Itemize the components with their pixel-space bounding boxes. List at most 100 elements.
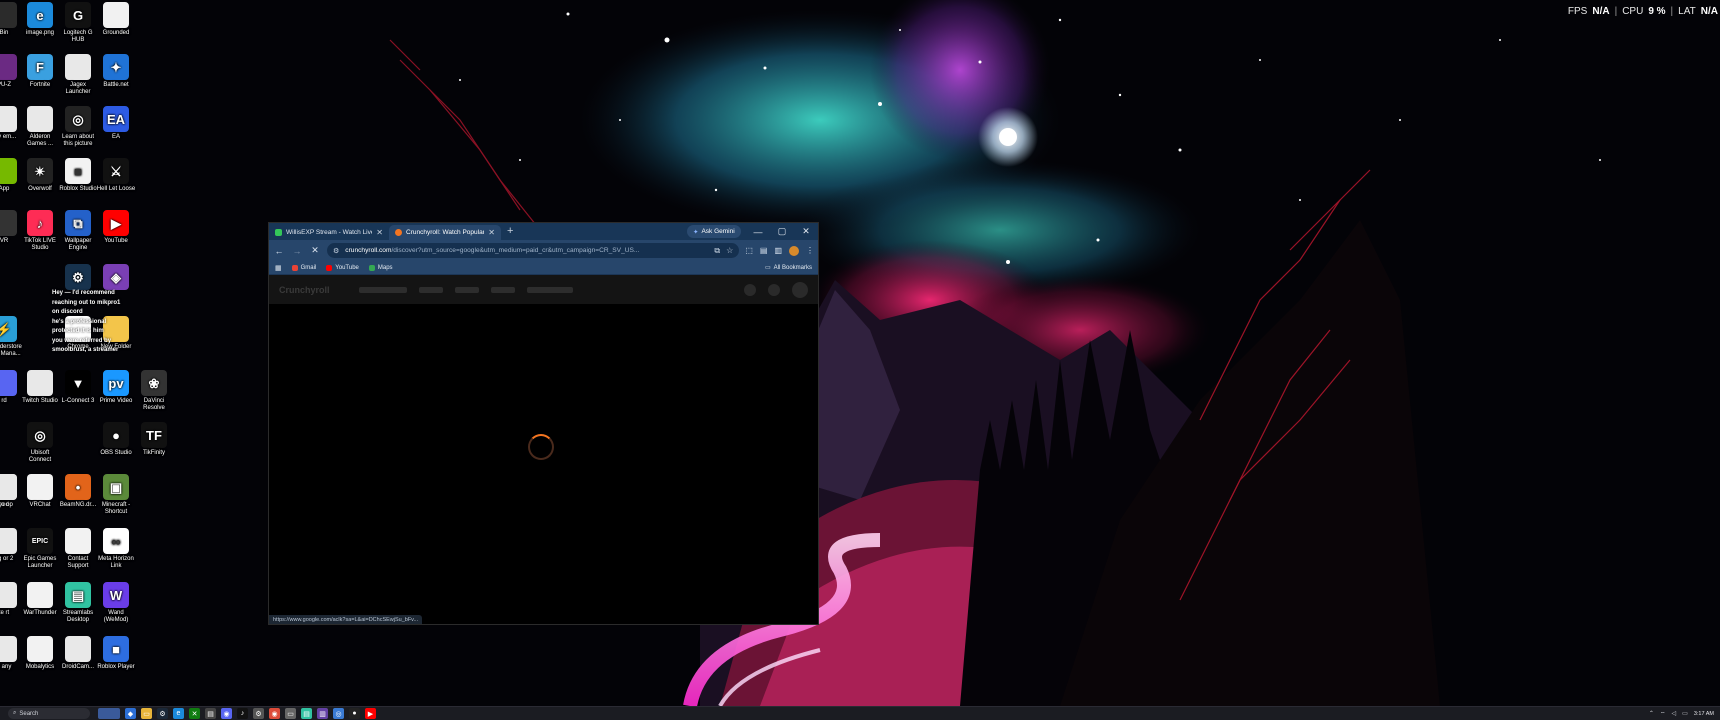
desktop-icon-obs[interactable]: ● OBS Studio bbox=[96, 422, 136, 457]
desktop-icon-vrchat[interactable]: VRChat bbox=[20, 474, 60, 509]
browser-window[interactable]: WillisEXP Stream - Watch Live o ✕ Crunch… bbox=[268, 222, 819, 625]
settings-icon[interactable]: ⚙ bbox=[253, 708, 264, 719]
volume-icon[interactable]: ◁ bbox=[1672, 710, 1677, 717]
obs-icon[interactable]: ● bbox=[349, 708, 360, 719]
file-explorer-icon[interactable]: ▭ bbox=[141, 708, 152, 719]
stop-loading-icon[interactable]: ✕ bbox=[309, 245, 321, 256]
twitch-icon[interactable]: ▥ bbox=[317, 708, 328, 719]
skeleton-circle bbox=[744, 283, 756, 296]
desktop-icon-logitech[interactable]: G Logitech G HUB bbox=[58, 2, 98, 44]
davinci-icon: ❀ bbox=[141, 370, 167, 396]
new-tab-button[interactable]: + bbox=[501, 225, 519, 239]
desktop-icon-label: DroidCam... bbox=[61, 664, 94, 670]
desktop-icon-tiktok-live[interactable]: ♪ TikTok LIVE Studio bbox=[20, 210, 60, 252]
desktop-icon-roblox-studio[interactable]: ■ Roblox Studio bbox=[58, 158, 98, 193]
desktop-icon-learn[interactable]: ◎ Learn about this picture bbox=[58, 106, 98, 148]
desktop-icon-tikfinity[interactable]: TF TikFinity bbox=[134, 422, 174, 457]
tab-willisexp[interactable]: WillisEXP Stream - Watch Live o ✕ bbox=[269, 225, 389, 240]
desktop-icon-thunderstore[interactable]: ⚡ Thunderstore Mod Mana... bbox=[0, 316, 24, 358]
desktop-icon-fortnite[interactable]: F Fortnite bbox=[20, 54, 60, 89]
taskbar-clock[interactable]: 3:17 AM bbox=[1694, 711, 1714, 717]
xbox-icon[interactable]: ✕ bbox=[189, 708, 200, 719]
desktop-icon-contact[interactable]: Contact Support bbox=[58, 528, 98, 570]
desktop-icon-davinci[interactable]: ❀ DaVinci Resolve bbox=[134, 370, 174, 412]
desktop-icon-meta[interactable]: ∞ Meta Horizon Link bbox=[96, 528, 136, 570]
desktop-icon-battlenet[interactable]: ✦ Battle.net bbox=[96, 54, 136, 89]
desktop-icon-twitch-studio[interactable]: Twitch Studio bbox=[20, 370, 60, 405]
desktop-icon-minecraft[interactable]: ▣ Minecraft - Shortcut bbox=[96, 474, 136, 516]
copilot-icon[interactable]: ◆ bbox=[125, 708, 136, 719]
desktop-icon-assistant[interactable]: ◈ bbox=[96, 264, 136, 292]
desktop-icon-ubisoft[interactable]: ◎ Ubisoft Connect bbox=[20, 422, 60, 464]
youtube-icon[interactable]: ▶ bbox=[365, 708, 376, 719]
widgets-icon[interactable] bbox=[98, 708, 120, 719]
desktop-icon-label: Wallpaper Engine bbox=[64, 238, 92, 251]
address-bar[interactable]: ⚙ crunchyroll.com/discover?utm_source=go… bbox=[327, 243, 740, 258]
steam-icon[interactable]: ⚙ bbox=[157, 708, 168, 719]
desktop-icon-jagex[interactable]: Jagex Launcher bbox=[58, 54, 98, 96]
world-icon[interactable]: ◎ bbox=[333, 708, 344, 719]
reading-mode-icon[interactable]: ▤ bbox=[760, 246, 768, 255]
store-icon[interactable]: ▤ bbox=[205, 708, 216, 719]
streamlabs-icon[interactable]: ▤ bbox=[301, 708, 312, 719]
cpu-value: 9 % bbox=[1648, 5, 1666, 17]
bookmark-maps[interactable]: Maps bbox=[368, 264, 393, 271]
bookmark-youtube[interactable]: YouTube bbox=[326, 264, 359, 271]
file-icon bbox=[0, 528, 17, 554]
nav-skeleton bbox=[455, 286, 479, 293]
desktop-icon-streamlabs[interactable]: ▤ Streamlabs Desktop bbox=[58, 582, 98, 624]
apps-grid-icon[interactable]: ▦ bbox=[275, 264, 282, 272]
file-icon bbox=[27, 474, 53, 500]
desktop-icon-overwolf[interactable]: ✴ Overwolf bbox=[20, 158, 60, 193]
desktop-icon-hell-let-loose[interactable]: ⚔ Hell Let Loose bbox=[96, 158, 136, 193]
forward-icon[interactable]: → bbox=[291, 246, 303, 256]
desktop-icon-grounded[interactable]: Grounded bbox=[96, 2, 136, 37]
desktop-icon-label: image.png bbox=[25, 30, 55, 36]
discord-icon[interactable]: ◉ bbox=[221, 708, 232, 719]
ask-gemini-button[interactable]: ✦ Ask Gemini bbox=[687, 225, 741, 238]
desktop-icon-alderon[interactable]: Alderon Games ... bbox=[20, 106, 60, 148]
tab-crunchyroll[interactable]: Crunchyroll: Watch Popular Ani ✕ bbox=[389, 225, 501, 240]
maximize-icon[interactable]: ▢ bbox=[770, 223, 794, 240]
profile-avatar[interactable] bbox=[789, 245, 799, 256]
desktop-icon-lconnect[interactable]: ▼ L-Connect 3 bbox=[58, 370, 98, 405]
site-info-icon[interactable]: ⚙ bbox=[333, 247, 339, 255]
back-icon[interactable]: ← bbox=[273, 246, 285, 256]
tiktok-icon[interactable]: ♪ bbox=[237, 708, 248, 719]
chrome-icon[interactable]: ◉ bbox=[269, 708, 280, 719]
desktop-icon-wand[interactable]: W Wand (WeMod) bbox=[96, 582, 136, 624]
crunchyroll-logo[interactable]: Crunchyroll bbox=[279, 285, 347, 295]
desktop-icon-mobalytics[interactable]: Mobalytics bbox=[20, 636, 60, 671]
skeleton-circle bbox=[768, 283, 780, 296]
desktop-icon-prime-video[interactable]: pv Prime Video bbox=[96, 370, 136, 405]
bookmark-star-icon[interactable]: ☆ bbox=[726, 246, 733, 255]
extensions-icon[interactable]: ⬚ bbox=[745, 246, 753, 255]
close-window-icon[interactable]: ✕ bbox=[794, 223, 818, 240]
desktop-icon-image[interactable]: e image.png bbox=[20, 2, 60, 37]
tray-chevron-icon[interactable]: ⌃ bbox=[1649, 710, 1654, 717]
tab-title: Crunchyroll: Watch Popular Ani bbox=[406, 229, 485, 236]
desktop-icon-beamng[interactable]: • BeamNG.dr... bbox=[58, 474, 98, 509]
bookmark-gmail[interactable]: Gmail bbox=[291, 264, 316, 271]
taskbar-search[interactable]: ⌕ Search bbox=[8, 708, 90, 719]
menu-icon[interactable]: ⋮ bbox=[806, 246, 814, 255]
side-panel-icon[interactable]: ▥ bbox=[774, 246, 782, 255]
all-bookmarks-button[interactable]: ▭ All Bookmarks bbox=[765, 264, 812, 272]
folder-icon[interactable]: ▭ bbox=[285, 708, 296, 719]
network-icon[interactable]: ⌔ bbox=[1660, 710, 1666, 718]
desktop-icon-wallpaper-engine[interactable]: ⧉ Wallpaper Engine bbox=[58, 210, 98, 252]
install-app-icon[interactable]: ⧉ bbox=[714, 246, 720, 256]
desktop-icon-youtube[interactable]: ▶ YouTube bbox=[96, 210, 136, 245]
battery-icon[interactable]: ▭ bbox=[1682, 710, 1688, 717]
close-icon[interactable]: ✕ bbox=[376, 228, 383, 237]
wand-icon: W bbox=[103, 582, 129, 608]
desktop-icon-epic[interactable]: EPIC Epic Games Launcher bbox=[20, 528, 60, 570]
close-icon[interactable]: ✕ bbox=[488, 228, 495, 237]
desktop-icon-roblox-player[interactable]: ■ Roblox Player bbox=[96, 636, 136, 671]
edge-icon[interactable]: e bbox=[173, 708, 184, 719]
desktop-icon-ea[interactable]: EA EA bbox=[96, 106, 136, 141]
minimize-icon[interactable]: — bbox=[746, 223, 770, 240]
desktop-icon-warthunder[interactable]: WarThunder bbox=[20, 582, 60, 617]
desktop-icon-steam[interactable]: ⚙ bbox=[58, 264, 98, 292]
desktop-icon-droidcam[interactable]: DroidCam... bbox=[58, 636, 98, 671]
